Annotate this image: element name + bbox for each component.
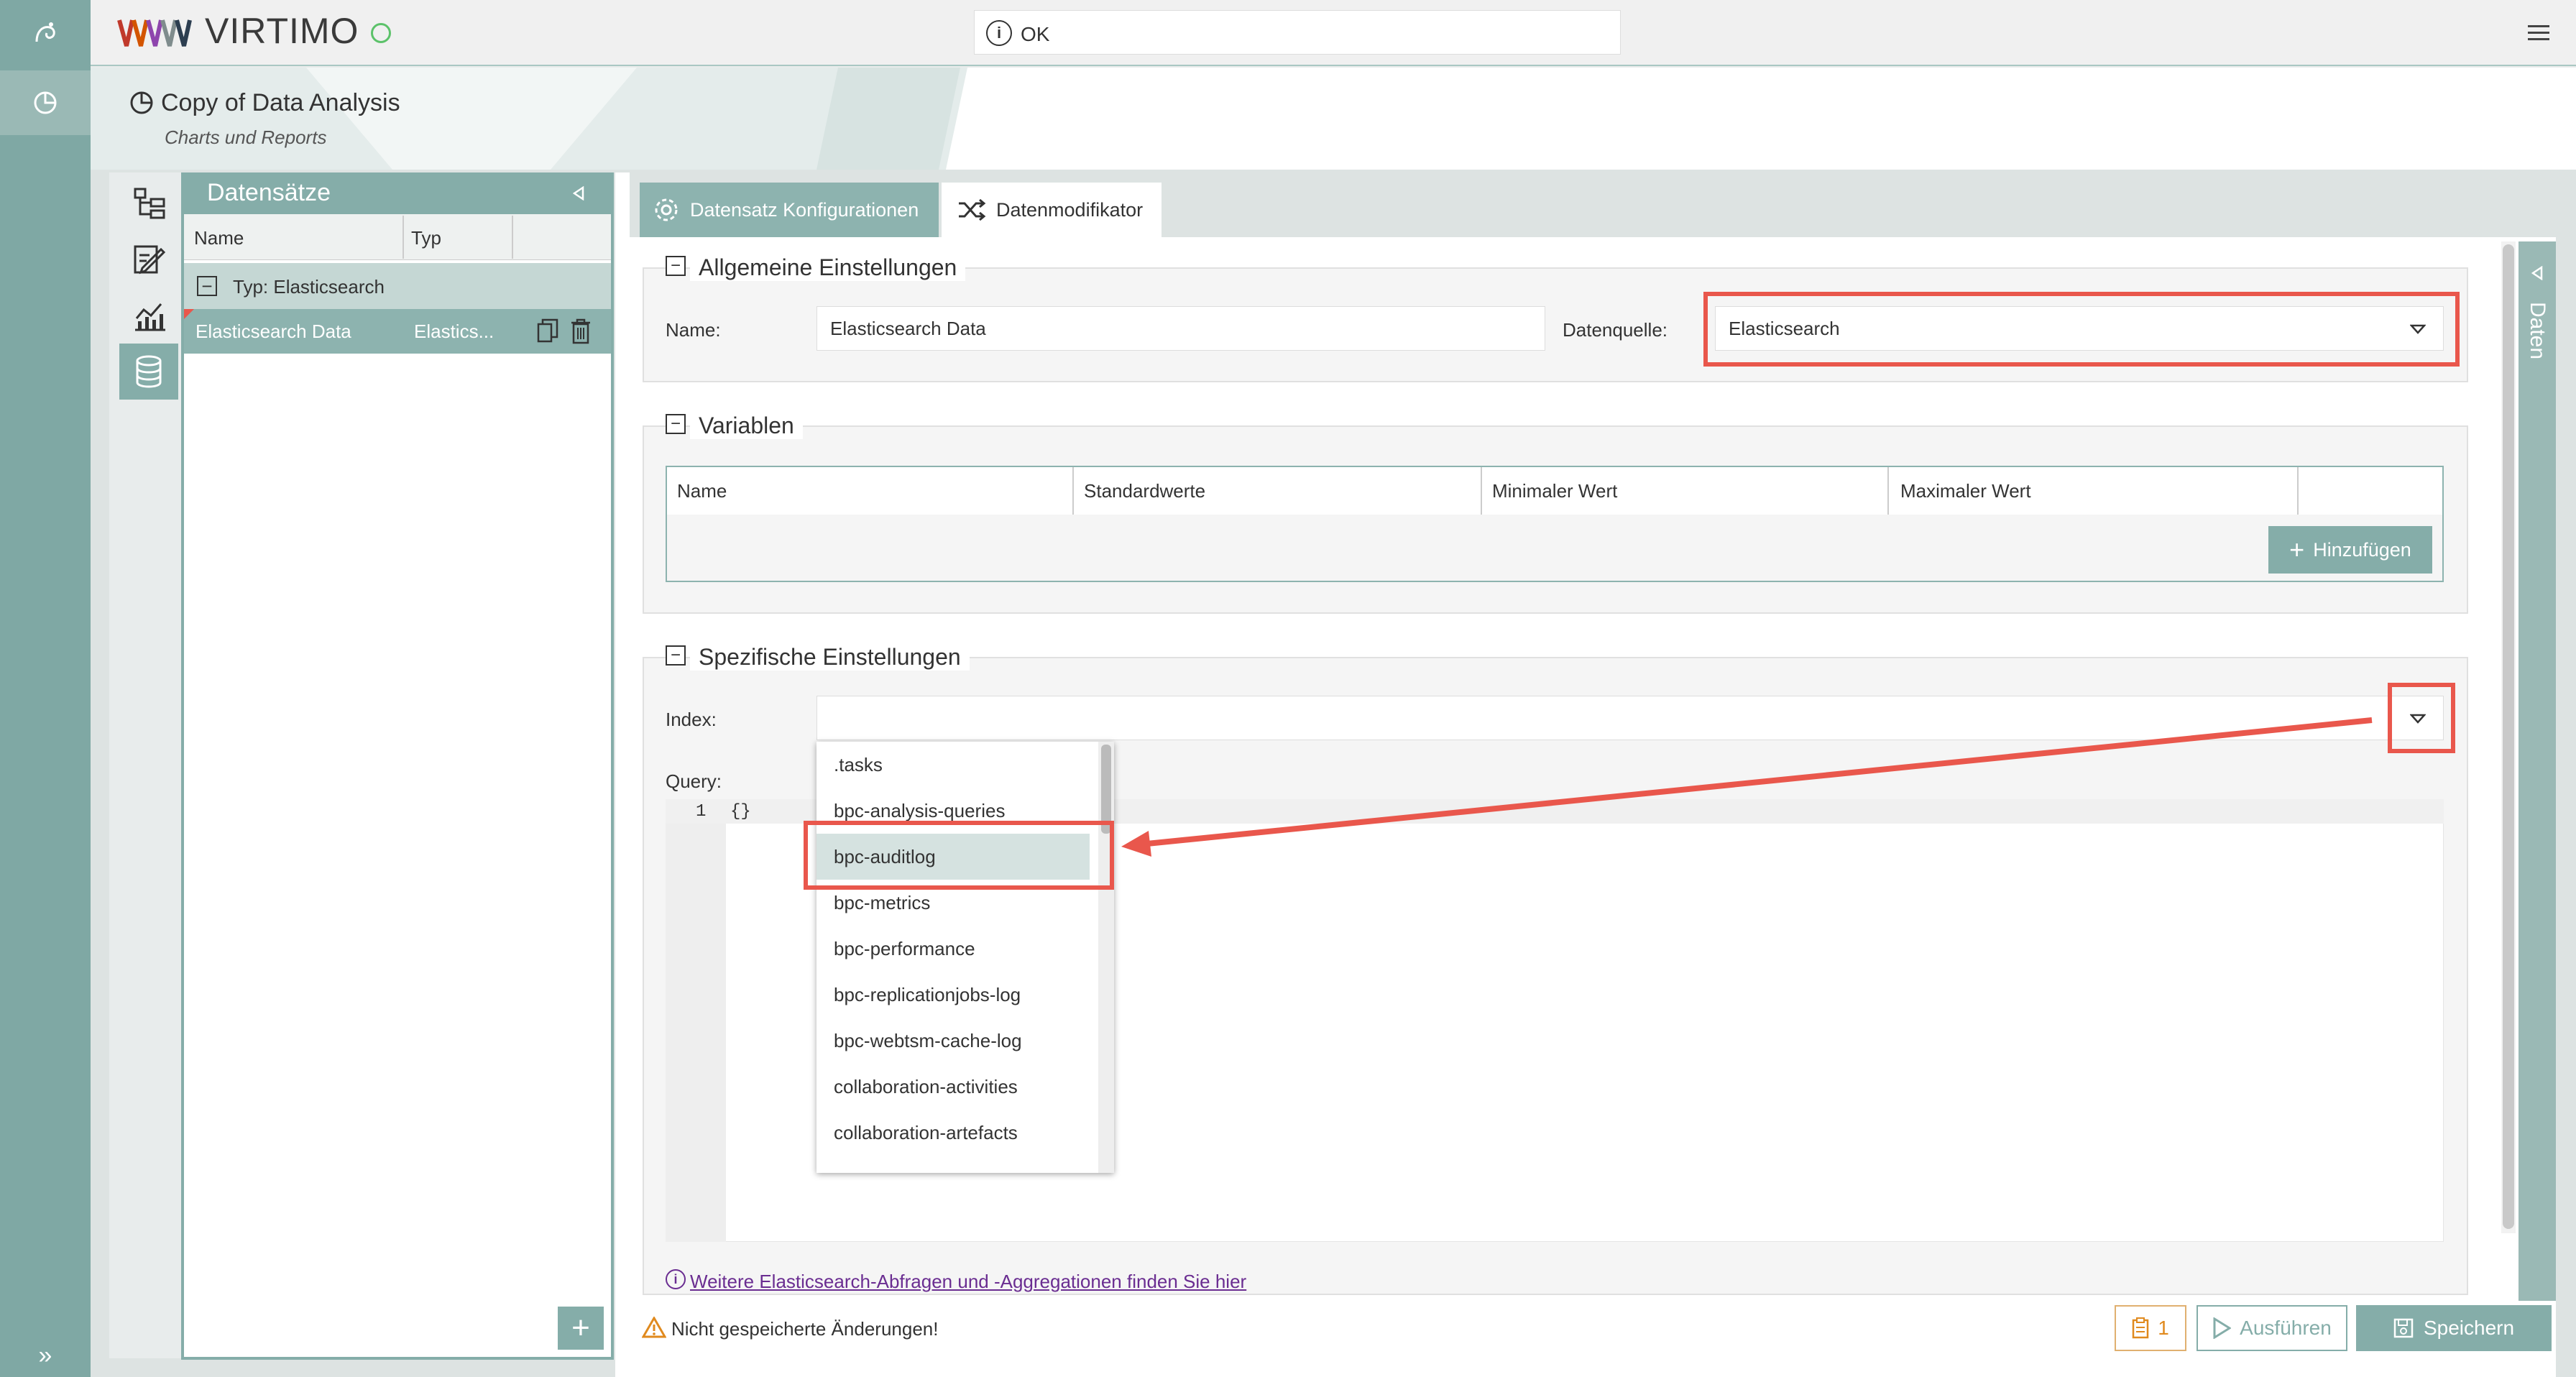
column-divider xyxy=(2297,467,2299,515)
datasource-label: Datenquelle: xyxy=(1563,319,1668,341)
unsaved-changes-text: Nicht gespeicherte Änderungen! xyxy=(671,1318,939,1340)
dirty-marker xyxy=(184,309,194,319)
datasets-column-header xyxy=(184,214,611,260)
collapse-section-icon[interactable]: − xyxy=(666,256,686,276)
data-side-panel[interactable] xyxy=(2518,241,2556,1363)
index-option[interactable]: bpc-webtsm-cache-log xyxy=(816,1018,1090,1064)
run-button[interactable]: Ausführen xyxy=(2196,1305,2347,1351)
play-icon xyxy=(2212,1317,2232,1339)
index-dropdown-list: .tasks bpc-analysis-queries bpc-auditlog… xyxy=(816,742,1114,1173)
gear-icon xyxy=(653,196,680,224)
save-button[interactable]: Speichern xyxy=(2356,1305,2552,1351)
col-default-values[interactable]: Standardwerte xyxy=(1084,480,1205,502)
structure-tree-icon[interactable] xyxy=(121,178,178,229)
tab-label: Datenmodifikator xyxy=(996,198,1144,221)
index-option[interactable]: bpc-replicationjobs-log xyxy=(816,972,1090,1018)
collapse-section-icon[interactable]: − xyxy=(666,414,686,434)
section-legend: Allgemeine Einstellungen xyxy=(690,254,966,281)
warning-icon xyxy=(641,1315,667,1340)
col-min-value[interactable]: Minimaler Wert xyxy=(1492,480,1617,502)
index-label: Index: xyxy=(666,709,717,730)
annotation-arrow xyxy=(1121,717,2373,857)
highlight-index-dropdown xyxy=(2388,683,2455,753)
query-text[interactable]: {} xyxy=(730,802,751,821)
info-icon: i xyxy=(986,20,1012,46)
highlight-datasource xyxy=(1703,292,2460,367)
column-type[interactable]: Typ xyxy=(411,227,441,249)
tab-label: Datensatz Konfigurationen xyxy=(690,198,919,221)
highlight-auditlog-option xyxy=(804,821,1114,890)
report-pie-icon xyxy=(126,88,157,118)
column-divider xyxy=(1887,467,1889,515)
edit-document-icon[interactable] xyxy=(121,234,178,285)
section-legend: Variablen xyxy=(690,413,803,439)
name-label: Name: xyxy=(666,319,721,341)
add-dataset-button[interactable]: + xyxy=(558,1307,604,1350)
column-divider xyxy=(402,216,404,259)
name-input[interactable]: Elasticsearch Data xyxy=(816,306,1545,351)
connection-status-icon xyxy=(371,23,391,43)
help-info-icon: i xyxy=(666,1269,686,1289)
datasets-panel-title: Datensätze xyxy=(207,179,331,206)
shuffle-icon xyxy=(957,198,986,222)
column-divider xyxy=(1072,467,1074,515)
database-icon[interactable] xyxy=(119,344,178,400)
column-name[interactable]: Name xyxy=(194,227,244,249)
header-decoration xyxy=(91,68,1054,170)
changes-count: 1 xyxy=(2158,1317,2169,1339)
collapse-left-icon[interactable] xyxy=(568,183,589,204)
index-option[interactable]: .tasks xyxy=(816,742,1090,788)
tab-dataset-config[interactable]: Datensatz Konfigurationen xyxy=(640,183,939,237)
editor-gutter xyxy=(666,799,726,1242)
col-variable-name[interactable]: Name xyxy=(677,480,727,502)
hamburger-menu-icon[interactable] xyxy=(2523,17,2554,49)
pie-chart-icon[interactable] xyxy=(27,85,63,121)
elasticsearch-help-link[interactable]: Weitere Elasticsearch-Abfragen und -Aggr… xyxy=(690,1271,1246,1293)
dataset-name: Elasticsearch Data xyxy=(196,321,351,342)
app-rail xyxy=(0,0,91,1377)
add-variable-label: Hinzufügen xyxy=(2313,538,2411,561)
add-variable-button[interactable]: + Hinzufügen xyxy=(2268,526,2432,574)
plus-icon: + xyxy=(2289,535,2305,564)
index-option[interactable]: bpc-performance xyxy=(816,926,1090,972)
floppy-disk-icon xyxy=(2393,1318,2414,1338)
tab-data-modifier[interactable]: Datenmodifikator xyxy=(942,183,1162,237)
expand-rail-icon[interactable]: » xyxy=(29,1341,62,1370)
squirrel-icon[interactable] xyxy=(27,17,63,49)
virtimo-logo-mark xyxy=(116,16,203,50)
clipboard-icon xyxy=(2132,1317,2149,1339)
page-subtitle: Charts und Reports xyxy=(165,126,327,148)
content-scroll-thumb[interactable] xyxy=(2503,244,2514,1229)
section-legend: Spezifische Einstellungen xyxy=(690,644,970,671)
expand-panel-icon[interactable] xyxy=(2526,263,2549,283)
line-number: 1 xyxy=(696,802,707,821)
index-option[interactable]: collaboration-artefacts xyxy=(816,1110,1090,1156)
column-divider xyxy=(1481,467,1482,515)
dataset-type: Elastics... xyxy=(414,321,494,342)
group-label: Typ: Elasticsearch xyxy=(233,276,385,298)
collapse-group-icon[interactable]: − xyxy=(197,276,217,296)
run-label: Ausführen xyxy=(2240,1317,2332,1339)
chart-icon[interactable] xyxy=(121,290,178,341)
data-panel-label: Daten xyxy=(2526,301,2549,360)
copy-icon[interactable] xyxy=(535,316,561,346)
col-max-value[interactable]: Maximaler Wert xyxy=(1900,480,2031,502)
save-label: Speichern xyxy=(2423,1317,2515,1339)
status-text: OK xyxy=(1021,23,1050,45)
brand-name: VIRTIMO xyxy=(205,11,359,51)
query-label: Query: xyxy=(666,770,722,792)
index-option[interactable]: collaboration-activities xyxy=(816,1064,1090,1110)
status-message-box xyxy=(974,10,1621,55)
changes-count-button[interactable]: 1 xyxy=(2115,1305,2186,1351)
column-divider xyxy=(512,216,513,259)
page-title: Copy of Data Analysis xyxy=(161,89,400,116)
trash-icon[interactable] xyxy=(568,316,594,346)
collapse-section-icon[interactable]: − xyxy=(666,645,686,666)
